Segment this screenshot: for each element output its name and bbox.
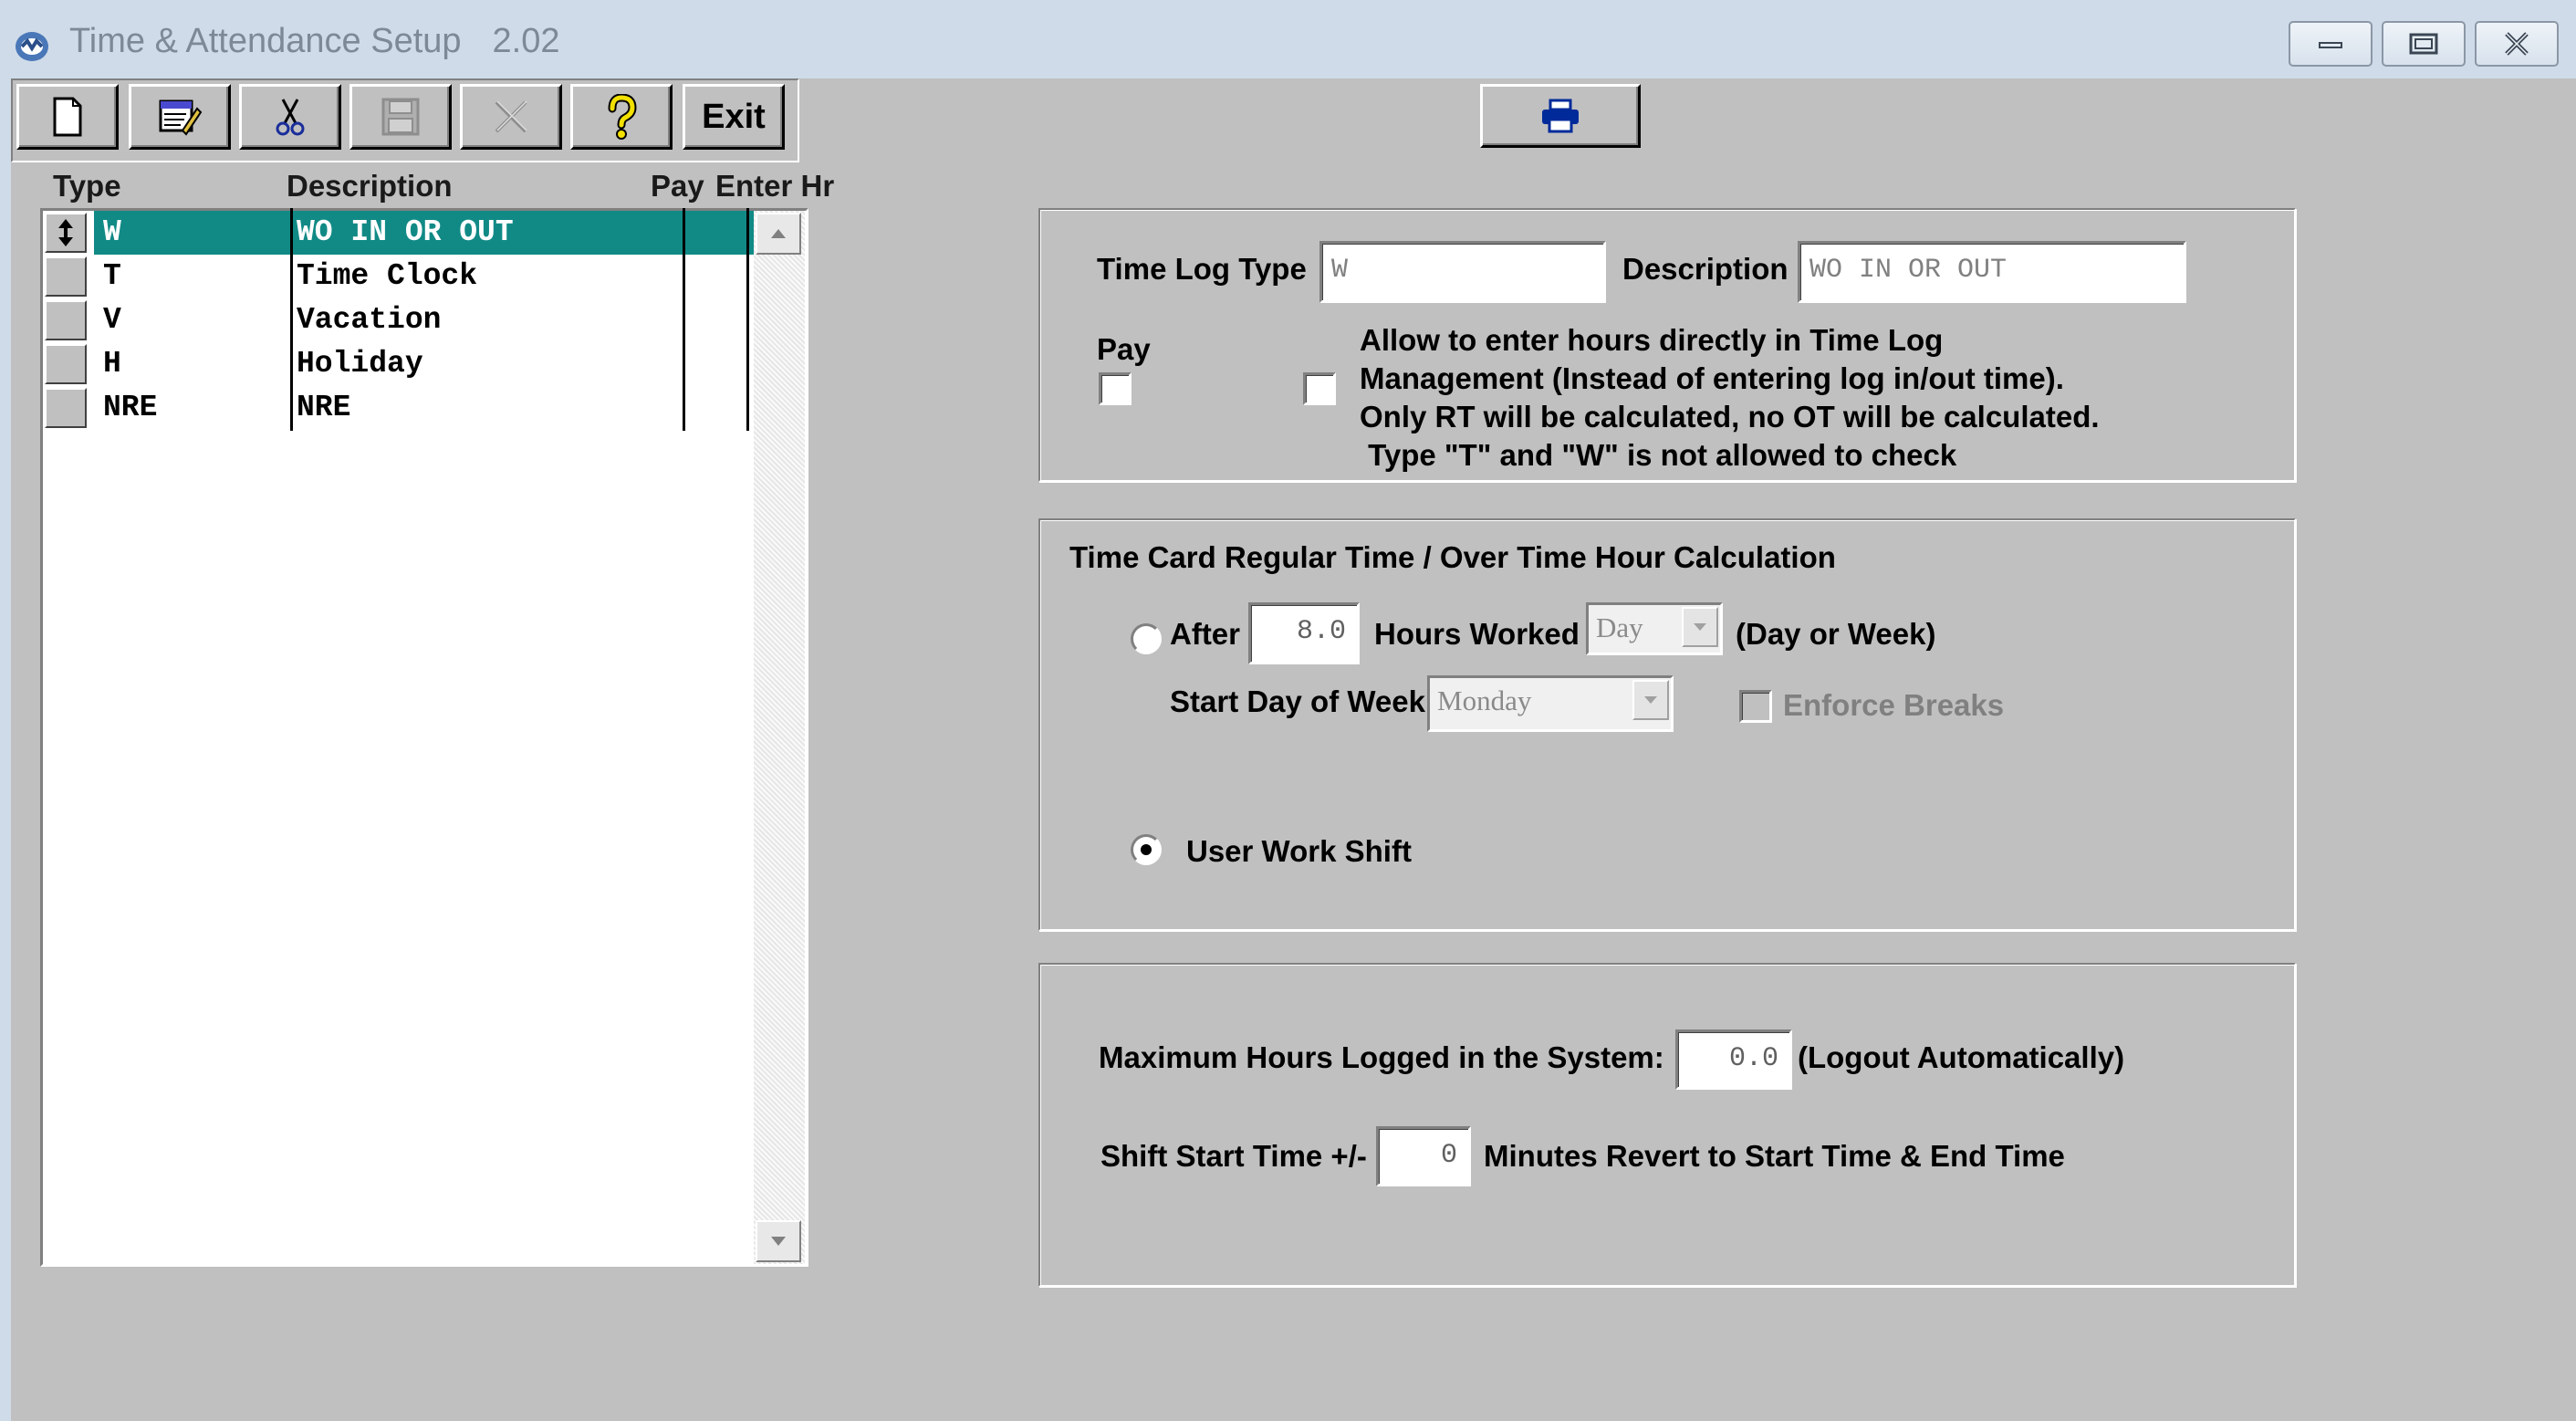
row-type: T xyxy=(103,259,121,293)
restore-button[interactable] xyxy=(2382,21,2466,67)
max-hours-suffix: (Logout Automatically) xyxy=(1798,1040,2125,1074)
allow-text-line: Only RT will be calculated, no OT will b… xyxy=(1360,400,2100,434)
shift-start-label: Shift Start Time +/- xyxy=(1100,1139,1367,1173)
new-document-icon xyxy=(53,97,82,137)
delete-button[interactable] xyxy=(460,84,562,150)
allow-text-line: Type "T" and "W" is not allowed to check xyxy=(1360,438,1957,472)
row-type: NRE xyxy=(103,391,158,424)
cut-button[interactable] xyxy=(239,84,341,150)
column-divider xyxy=(290,208,293,431)
x-delete-icon xyxy=(495,100,527,133)
help-button[interactable] xyxy=(570,84,673,150)
logging-limits-group xyxy=(1038,963,2296,1287)
list-row-h[interactable]: H Holiday xyxy=(43,342,753,386)
chevron-down-icon xyxy=(1694,623,1706,631)
column-header-description[interactable]: Description xyxy=(287,169,453,204)
pay-checkbox[interactable] xyxy=(1099,372,1132,405)
row-description: Holiday xyxy=(297,347,423,381)
edit-icon xyxy=(159,99,203,136)
window-title-text: Time & Attendance Setup xyxy=(69,22,462,60)
period-dropdown-button[interactable] xyxy=(1682,607,1718,647)
restore-icon xyxy=(2409,33,2438,55)
period-hint: (Day or Week) xyxy=(1736,617,1936,651)
after-hours-input[interactable]: 8.0 xyxy=(1248,602,1360,664)
minimize-button[interactable] xyxy=(2289,21,2373,67)
list-row-nre[interactable]: NRE NRE xyxy=(43,386,753,430)
hours-worked-label: Hours Worked xyxy=(1374,617,1580,651)
floppy-disk-icon xyxy=(381,98,420,136)
after-hours-radio[interactable] xyxy=(1131,623,1162,654)
period-dropdown[interactable]: Day xyxy=(1586,602,1723,655)
row-selector[interactable] xyxy=(45,213,87,253)
arrow-down-icon xyxy=(771,1237,786,1246)
time-log-type-input[interactable]: W xyxy=(1319,241,1606,303)
radio-selected-dot xyxy=(1141,844,1152,855)
allow-text-line: Allow to enter hours directly in Time Lo… xyxy=(1360,323,1944,357)
row-type: H xyxy=(103,347,121,381)
start-day-dropdown[interactable]: Monday xyxy=(1427,675,1674,732)
chevron-down-icon xyxy=(1644,696,1657,704)
save-button[interactable] xyxy=(349,84,452,150)
start-day-dropdown-value: Monday xyxy=(1437,684,1532,716)
window-title: Time & Attendance Setup 2.02 xyxy=(69,22,560,61)
after-label: After xyxy=(1170,617,1241,651)
column-header-pay[interactable]: Pay xyxy=(651,169,704,204)
user-work-shift-label: User Work Shift xyxy=(1186,834,1412,868)
shift-start-input[interactable]: 0 xyxy=(1376,1126,1471,1186)
row-description: Time Clock xyxy=(297,259,478,293)
exit-button-label: Exit xyxy=(702,97,766,136)
allow-text-line: Management (Instead of entering log in/o… xyxy=(1360,361,2064,395)
print-button[interactable] xyxy=(1480,84,1641,148)
list-row-w[interactable]: W WO IN OR OUT xyxy=(43,211,793,255)
row-description: NRE xyxy=(297,391,351,424)
column-header-type[interactable]: Type xyxy=(53,169,121,204)
period-dropdown-value: Day xyxy=(1596,611,1643,643)
window-frame xyxy=(0,0,11,1421)
allow-enter-hours-checkbox[interactable] xyxy=(1303,372,1336,405)
start-day-dropdown-button[interactable] xyxy=(1632,680,1669,720)
close-button[interactable] xyxy=(2475,21,2559,67)
scroll-up-button[interactable] xyxy=(756,213,801,255)
start-day-label: Start Day of Week xyxy=(1170,684,1425,718)
scroll-down-button[interactable] xyxy=(756,1220,801,1262)
hour-calculation-title: Time Card Regular Time / Over Time Hour … xyxy=(1069,540,1836,574)
pay-label: Pay xyxy=(1097,332,1151,366)
edit-button[interactable] xyxy=(129,84,231,150)
row-description: Vacation xyxy=(297,303,442,337)
column-divider xyxy=(746,208,749,431)
resize-arrow-icon xyxy=(58,219,73,246)
row-type: W xyxy=(103,215,121,249)
printer-icon xyxy=(1542,99,1579,133)
row-selector[interactable] xyxy=(45,256,87,297)
description-input[interactable]: WO IN OR OUT xyxy=(1798,241,2186,303)
list-row-v[interactable]: V Vacation xyxy=(43,298,753,342)
shift-start-suffix: Minutes Revert to Start Time & End Time xyxy=(1484,1139,2065,1173)
max-hours-label: Maximum Hours Logged in the System: xyxy=(1099,1040,1664,1074)
column-header-enter-hr[interactable]: Enter Hr xyxy=(715,169,834,204)
row-selector[interactable] xyxy=(45,388,87,428)
list-scrollbar[interactable] xyxy=(754,211,805,1264)
enforce-breaks-label: Enforce Breaks xyxy=(1783,688,2005,722)
row-selector[interactable] xyxy=(45,344,87,384)
question-icon xyxy=(608,94,637,140)
arrow-up-icon xyxy=(771,229,786,238)
enforce-breaks-checkbox[interactable] xyxy=(1739,690,1772,723)
exit-button[interactable]: Exit xyxy=(683,84,785,150)
column-divider xyxy=(683,208,685,431)
row-description: WO IN OR OUT xyxy=(297,215,514,249)
list-row-t[interactable]: T Time Clock xyxy=(43,255,753,298)
row-type: V xyxy=(103,303,121,337)
allow-enter-hours-text: Allow to enter hours directly in Time Lo… xyxy=(1360,321,2100,475)
user-work-shift-radio[interactable] xyxy=(1131,834,1162,865)
row-selector[interactable] xyxy=(45,300,87,340)
minimize-icon xyxy=(2319,42,2342,48)
app-logo-icon xyxy=(13,26,51,65)
scissors-icon xyxy=(276,99,305,136)
time-log-type-label: Time Log Type xyxy=(1097,252,1307,286)
max-hours-input[interactable]: 0.0 xyxy=(1675,1029,1792,1090)
description-label: Description xyxy=(1622,252,1789,286)
new-button[interactable] xyxy=(16,84,119,150)
window-version: 2.02 xyxy=(492,22,560,60)
close-icon xyxy=(2505,32,2529,56)
